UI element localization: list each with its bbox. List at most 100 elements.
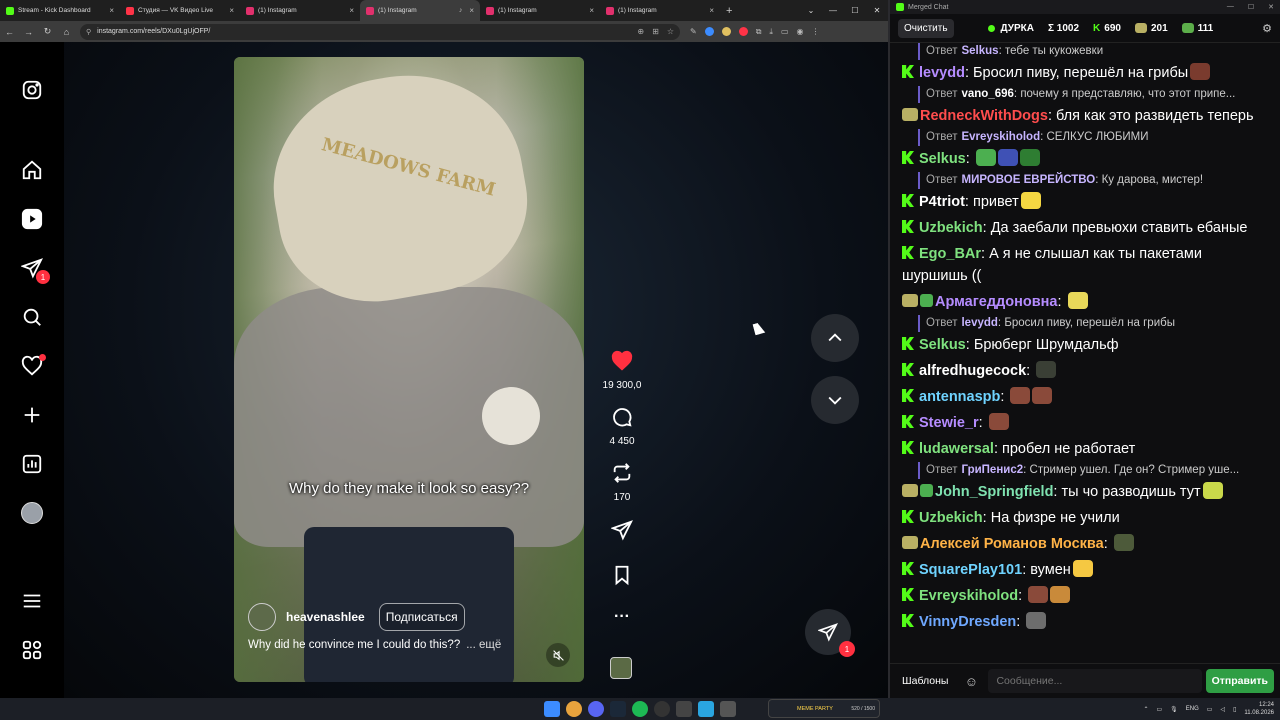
also-from-meta-icon[interactable]	[20, 638, 44, 662]
dashboard-chart-icon[interactable]	[20, 452, 44, 476]
message-input[interactable]	[988, 669, 1202, 693]
profile-icon[interactable]: ◉	[797, 27, 804, 36]
share-button[interactable]	[594, 519, 650, 546]
language-indicator[interactable]: ENG	[1186, 706, 1199, 712]
tab-close-icon[interactable]: ×	[709, 6, 714, 15]
chat-username[interactable]: Stewie_r	[919, 415, 979, 431]
extension-icon[interactable]	[738, 27, 748, 36]
close-window-button[interactable]: ✕	[866, 6, 888, 15]
reply-username[interactable]: ГриПенис2	[961, 464, 1023, 476]
comment-button[interactable]: 4 450	[594, 406, 650, 447]
profile-avatar[interactable]	[20, 501, 44, 525]
battery-icon[interactable]: ▯	[1233, 706, 1236, 713]
notifications-heart-icon[interactable]	[20, 354, 46, 378]
chat-username[interactable]: Selkus	[919, 151, 966, 167]
reload-icon[interactable]: ↻	[38, 26, 57, 37]
reel-video[interactable]: MEADOWS FARM Why do they make it look so…	[234, 57, 584, 682]
browser-tab[interactable]: (1) Instagram ♪ ×	[360, 0, 480, 21]
extension-icon[interactable]	[721, 27, 731, 36]
steam-icon[interactable]	[610, 701, 626, 717]
maximize-button[interactable]: ☐	[1248, 3, 1254, 11]
forward-icon[interactable]: →	[19, 27, 38, 37]
browser-tab[interactable]: (1) Instagram ×	[600, 0, 720, 21]
chat-username[interactable]: Ego_BAr	[919, 246, 981, 262]
app-icon[interactable]	[720, 701, 736, 717]
reels-icon[interactable]	[20, 207, 44, 231]
author-avatar[interactable]	[248, 603, 276, 631]
reply-username[interactable]: vano_696	[961, 88, 1013, 100]
chat-username[interactable]: Uzbekich	[919, 510, 983, 526]
next-reel-button[interactable]	[811, 376, 859, 424]
back-icon[interactable]: ←	[0, 27, 19, 37]
new-tab-button[interactable]: +	[720, 5, 738, 17]
volume-icon[interactable]: ◁	[1220, 706, 1225, 713]
discord-icon[interactable]	[588, 701, 604, 717]
reply-username[interactable]: МИРОВОЕ ЕВРЕЙСТВО	[961, 174, 1095, 186]
mute-icon[interactable]	[546, 643, 570, 667]
network-icon[interactable]: ▭	[1207, 706, 1213, 713]
puzzle-icon[interactable]: ⧉	[756, 27, 762, 37]
send-button[interactable]: Отправить	[1205, 669, 1274, 693]
tab-audio-icon[interactable]: ♪	[459, 7, 463, 14]
caption-more-link[interactable]: ... ещё	[466, 639, 501, 651]
follow-button[interactable]: Подписаться	[378, 603, 465, 631]
menu-dots-icon[interactable]: ⋮	[812, 27, 820, 36]
chat-username[interactable]: John_Springfield	[935, 484, 1053, 500]
audio-thumbnail[interactable]	[610, 657, 632, 679]
browser-tab[interactable]: (1) Instagram ×	[240, 0, 360, 21]
chat-username[interactable]: levydd	[919, 65, 965, 81]
browser-tab[interactable]: Студия — VK Видео Live ×	[120, 0, 240, 21]
author-username[interactable]: heavenashlee	[286, 610, 365, 624]
app-icon[interactable]	[676, 701, 692, 717]
chat-username[interactable]: SquarePlay101	[919, 562, 1022, 578]
bookmark-star-icon[interactable]: ☆	[667, 27, 674, 36]
chat-username[interactable]: antennaspb	[919, 389, 1000, 405]
chat-username[interactable]: P4triot	[919, 194, 965, 210]
save-button[interactable]	[594, 564, 650, 591]
repost-button[interactable]: 170	[594, 462, 650, 503]
more-options-icon[interactable]: ···	[594, 608, 650, 626]
chat-username[interactable]: RedneckWithDogs	[920, 108, 1048, 124]
messages-floating-button[interactable]: 1	[805, 609, 855, 657]
chat-username[interactable]: alfredhugecock	[919, 363, 1026, 379]
sidepanel-icon[interactable]: ▭	[781, 27, 789, 36]
close-button[interactable]: ✕	[1268, 3, 1274, 11]
download-icon[interactable]: ⤓	[769, 27, 773, 37]
clock[interactable]: 12:24 11.08.2026	[1244, 701, 1274, 717]
clear-chat-button[interactable]: Очистить	[898, 18, 954, 38]
chat-username[interactable]: Алексей Романов Москва	[920, 536, 1104, 552]
tab-close-icon[interactable]: ×	[469, 6, 474, 15]
extension-icon[interactable]	[704, 27, 714, 36]
tray-chevron-icon[interactable]: ⌃	[1143, 706, 1148, 713]
chat-username[interactable]: Армагеддоновна	[935, 294, 1057, 310]
search-icon[interactable]	[20, 305, 44, 329]
chat-username[interactable]: Uzbekich	[919, 220, 983, 236]
previous-reel-button[interactable]	[811, 314, 859, 362]
chat-username[interactable]: ludawersal	[919, 441, 994, 457]
templates-button[interactable]: Шаблоны	[896, 669, 954, 693]
instagram-logo-icon[interactable]	[20, 78, 44, 102]
reply-username[interactable]: levydd	[961, 317, 997, 329]
meme-party-widget[interactable]: MEME PARTY 520 / 1500	[768, 699, 880, 718]
telegram-icon[interactable]	[698, 701, 714, 717]
more-menu-icon[interactable]	[20, 589, 44, 613]
minimize-button[interactable]: —	[822, 6, 844, 15]
start-windows-icon[interactable]	[544, 701, 560, 717]
chat-username[interactable]: VinnyDresden	[919, 614, 1016, 630]
tab-close-icon[interactable]: ×	[349, 6, 354, 15]
chat-username[interactable]: Evreyskiholod	[919, 588, 1018, 604]
translate-icon[interactable]: ⊞	[652, 27, 659, 36]
reply-username[interactable]: Evreyskiholod	[961, 131, 1040, 143]
tab-search-icon[interactable]: ⌄	[800, 6, 822, 15]
tab-close-icon[interactable]: ×	[589, 6, 594, 15]
extension-icon[interactable]: ✎	[690, 27, 697, 36]
obs-icon[interactable]	[654, 701, 670, 717]
spotify-icon[interactable]	[632, 701, 648, 717]
maximize-button[interactable]: ☐	[844, 6, 866, 15]
tab-close-icon[interactable]: ×	[229, 6, 234, 15]
like-button[interactable]: 19 300,0	[594, 350, 650, 391]
create-plus-icon[interactable]	[20, 403, 44, 427]
tab-close-icon[interactable]: ×	[109, 6, 114, 15]
chrome-icon[interactable]	[566, 701, 582, 717]
direct-messages-icon[interactable]: 1	[20, 256, 50, 284]
